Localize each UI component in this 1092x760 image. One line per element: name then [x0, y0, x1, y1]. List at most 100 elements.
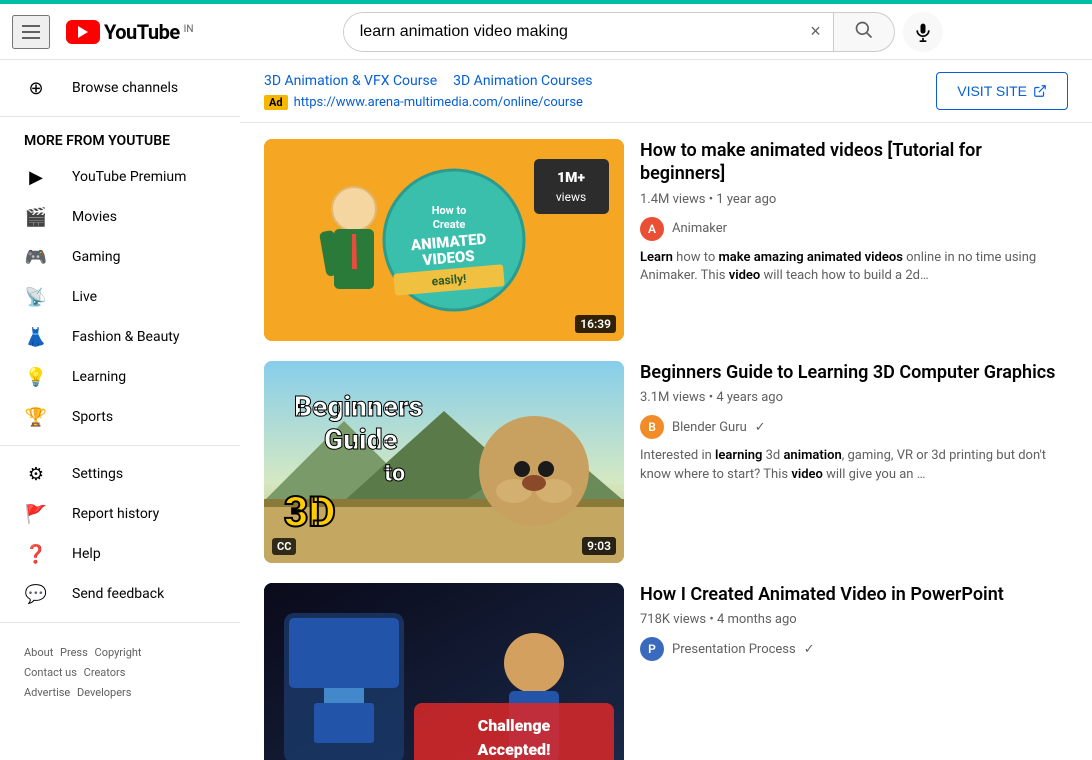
gaming-icon: 🎮 — [24, 247, 48, 268]
browse-channels-label: Browse channels — [72, 80, 178, 96]
channel-name-1: Animaker — [672, 221, 727, 236]
verified-icon-2: ✓ — [755, 420, 766, 435]
sidebar-item-gaming[interactable]: 🎮 Gaming — [0, 237, 240, 277]
svg-text:Challenge: Challenge — [478, 716, 551, 735]
footer-link-advertise[interactable]: Advertise — [24, 686, 70, 699]
logo-text: YouTube — [104, 20, 180, 44]
sidebar-item-live[interactable]: 📡 Live — [0, 277, 240, 317]
footer-link-contact[interactable]: Contact us — [24, 666, 77, 679]
video-thumbnail-2: Beginners Guide to 3D — [264, 361, 624, 563]
content-area: 3D Animation & VFX Course 3D Animation C… — [240, 60, 1092, 760]
visit-site-button[interactable]: VISIT SITE — [936, 72, 1068, 110]
search-button[interactable] — [834, 12, 895, 52]
video-time-1: 1 year ago — [716, 192, 776, 207]
plus-circle-icon: ⊕ — [24, 78, 48, 99]
footer-link-creators[interactable]: Creators — [84, 666, 126, 679]
visit-site-label: VISIT SITE — [957, 83, 1027, 99]
footer-link-developers[interactable]: Developers — [77, 686, 131, 699]
youtube-premium-icon: ▶ — [24, 167, 48, 188]
sidebar-item-youtube-premium[interactable]: ▶ YouTube Premium — [0, 157, 240, 197]
sidebar-label-youtube-premium: YouTube Premium — [72, 169, 186, 185]
svg-text:Create: Create — [433, 218, 466, 231]
channel-avatar-2: B — [640, 415, 664, 439]
ad-links: 3D Animation & VFX Course 3D Animation C… — [264, 73, 592, 89]
duration-badge-2: 9:03 — [582, 537, 616, 555]
sidebar-label-learning: Learning — [72, 369, 126, 385]
sidebar-footer: About Press Copyright Contact us Creator… — [0, 631, 240, 714]
sidebar-label-fashion-beauty: Fashion & Beauty — [72, 329, 180, 345]
sidebar-label-send-feedback: Send feedback — [72, 586, 164, 602]
video-item-3[interactable]: Challenge Accepted! How I Created Animat… — [264, 583, 1068, 760]
video-meta-1: 1.4M views • 1 year ago — [640, 192, 1068, 207]
sidebar-item-settings[interactable]: ⚙ Settings — [0, 454, 240, 494]
search-input[interactable] — [344, 13, 798, 51]
sidebar-item-browse-channels[interactable]: ⊕ Browse channels — [0, 68, 240, 108]
settings-icon: ⚙ — [24, 464, 48, 485]
sidebar-item-learning[interactable]: 💡 Learning — [0, 357, 240, 397]
sidebar: ⊕ Browse channels MORE FROM YOUTUBE ▶ Yo… — [0, 60, 240, 760]
youtube-logo-icon — [66, 20, 100, 44]
svg-text:to: to — [384, 459, 405, 487]
channel-avatar-1: A — [640, 217, 664, 241]
ad-link-1[interactable]: 3D Animation & VFX Course — [264, 73, 437, 89]
header-left: YouTubeIN — [12, 15, 194, 49]
sidebar-item-send-feedback[interactable]: 💬 Send feedback — [0, 574, 240, 614]
cc-badge-2: CC — [272, 538, 296, 555]
sidebar-divider-2 — [0, 445, 240, 446]
footer-link-copyright[interactable]: Copyright — [95, 646, 142, 659]
video-list: How to Create ANIMATED VIDEOS easily! 1M… — [240, 123, 1092, 760]
video-views-3: 718K views — [640, 612, 706, 627]
video-meta-3: 718K views • 4 months ago — [640, 612, 1068, 627]
svg-text:3D: 3D — [284, 488, 336, 537]
search-clear-button[interactable]: × — [798, 13, 833, 51]
logo[interactable]: YouTubeIN — [66, 20, 194, 44]
sidebar-item-movies[interactable]: 🎬 Movies — [0, 197, 240, 237]
video-title-3: How I Created Animated Video in PowerPoi… — [640, 583, 1068, 606]
sidebar-label-settings: Settings — [72, 466, 123, 482]
video-desc-2: Interested in learning 3d animation, gam… — [640, 447, 1068, 483]
svg-text:Beginners: Beginners — [294, 390, 423, 423]
video-meta-2: 3.1M views • 4 years ago — [640, 390, 1068, 405]
sidebar-item-fashion-beauty[interactable]: 👗 Fashion & Beauty — [0, 317, 240, 357]
fashion-beauty-icon: 👗 — [24, 327, 48, 348]
sidebar-label-live: Live — [72, 289, 97, 305]
sidebar-divider-1 — [0, 116, 240, 117]
live-icon: 📡 — [24, 287, 48, 308]
video-thumbnail-1: How to Create ANIMATED VIDEOS easily! 1M… — [264, 139, 624, 341]
sidebar-label-report-history: Report history — [72, 506, 159, 522]
sidebar-label-help: Help — [72, 546, 101, 562]
ad-link-2[interactable]: 3D Animation Courses — [453, 73, 592, 89]
video-title-2: Beginners Guide to Learning 3D Computer … — [640, 361, 1068, 384]
video-info-3: How I Created Animated Video in PowerPoi… — [640, 583, 1068, 760]
sidebar-item-help[interactable]: ❓ Help — [0, 534, 240, 574]
footer-link-about[interactable]: About — [24, 646, 53, 659]
sidebar-item-sports[interactable]: 🏆 Sports — [0, 397, 240, 437]
send-feedback-icon: 💬 — [24, 584, 48, 605]
channel-row-3: P Presentation Process ✓ — [640, 637, 1068, 661]
sports-icon: 🏆 — [24, 407, 48, 428]
header: YouTubeIN × — [0, 4, 1092, 60]
video-item-2[interactable]: Beginners Guide to 3D — [264, 361, 1068, 563]
movies-icon: 🎬 — [24, 207, 48, 228]
channel-name-2: Blender Guru — [672, 420, 747, 435]
video-item-1[interactable]: How to Create ANIMATED VIDEOS easily! 1M… — [264, 139, 1068, 341]
help-icon: ❓ — [24, 544, 48, 565]
search-input-wrap: × — [343, 12, 834, 52]
ad-banner: 3D Animation & VFX Course 3D Animation C… — [240, 60, 1092, 123]
learning-icon: 💡 — [24, 367, 48, 388]
channel-row-2: B Blender Guru ✓ — [640, 415, 1068, 439]
sidebar-label-sports: Sports — [72, 409, 113, 425]
search-bar: × — [343, 12, 943, 52]
hamburger-button[interactable] — [12, 15, 50, 49]
video-desc-1: Learn how to make amazing animated video… — [640, 249, 1068, 285]
ad-url-row: Ad https://www.arena-multimedia.com/onli… — [264, 95, 592, 110]
sidebar-item-report-history[interactable]: 🚩 Report history — [0, 494, 240, 534]
mic-button[interactable] — [903, 12, 943, 52]
video-title-1: How to make animated videos [Tutorial fo… — [640, 139, 1068, 186]
video-time-2: 4 years ago — [716, 390, 783, 405]
svg-text:How to: How to — [432, 204, 467, 217]
ad-url[interactable]: https://www.arena-multimedia.com/online/… — [294, 95, 583, 110]
footer-link-press[interactable]: Press — [60, 646, 88, 659]
video-dot-3: • — [709, 612, 717, 627]
sidebar-divider-3 — [0, 622, 240, 623]
